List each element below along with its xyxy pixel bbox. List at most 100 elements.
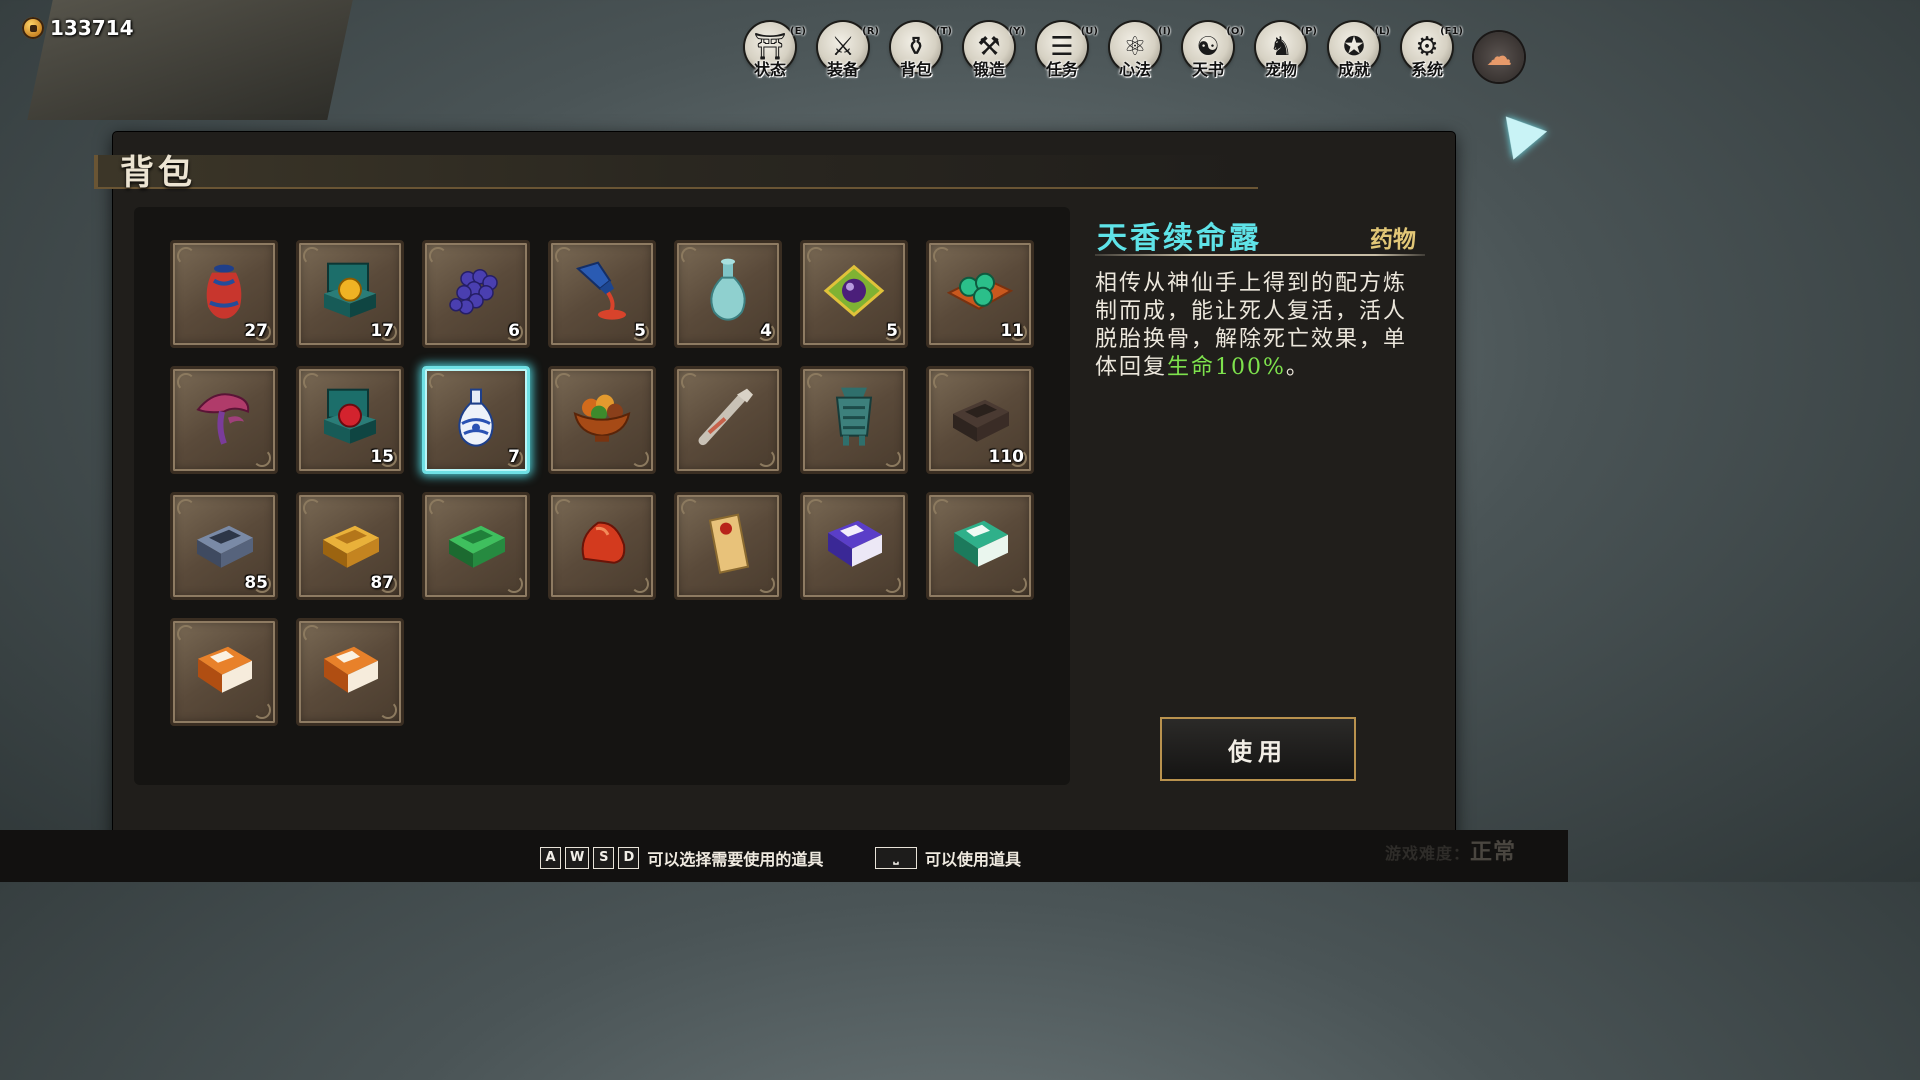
inventory-slot[interactable]: 4	[674, 240, 782, 348]
currency-amount: 133714	[50, 16, 134, 40]
key-a: A	[540, 847, 561, 869]
currency-display: 133714	[22, 16, 134, 40]
item-quantity: 110	[988, 447, 1025, 467]
orange-book-icon	[318, 639, 382, 703]
key-d: D	[618, 847, 640, 869]
menu-equipment-button[interactable]: ⚔ (R) 装备	[808, 20, 881, 86]
inventory-slot[interactable]	[170, 618, 278, 726]
jade-vase-icon	[702, 258, 754, 328]
item-quantity: 6	[508, 321, 520, 341]
top-menu-bar: ⛩ (E) 状态 ⚔ (R) 装备 ⚱ (T) 背包 ⚒ (Y) 锻造 ☰ (U) 任务 ⚛ (I) 心法 ☯ (O)…	[735, 20, 1465, 86]
bronze-vessel-icon	[827, 384, 881, 454]
menu-label: 背包	[899, 60, 932, 79]
use-hint-text: 可以使用道具	[925, 850, 1022, 869]
inventory-slot[interactable]: 110	[926, 366, 1034, 474]
gold-ingot-icon	[317, 514, 383, 576]
lingzhi-mushroom-icon	[194, 384, 254, 454]
inventory-slot[interactable]: 85	[170, 492, 278, 600]
sealed-letter-icon	[700, 511, 756, 579]
orange-book-icon	[192, 639, 256, 703]
detail-desc-end: 。	[1285, 355, 1310, 380]
inventory-slot[interactable]	[800, 492, 908, 600]
menu-system-button[interactable]: ⚙ (F1) 系统	[1392, 20, 1465, 86]
menu-shortcut-key: (L)	[1374, 26, 1390, 37]
menu-tianshu-button[interactable]: ☯ (O) 天书	[1173, 20, 1246, 86]
item-quantity: 15	[370, 447, 394, 467]
inventory-slot[interactable]	[926, 492, 1034, 600]
select-hint: A W S D 可以选择需要使用的道具	[540, 846, 823, 870]
menu-achievement-button[interactable]: ✪ (L) 成就	[1319, 20, 1392, 86]
detail-desc-highlight: 生命100%	[1167, 355, 1286, 380]
difficulty-value: 正常	[1470, 839, 1517, 865]
item-quantity: 87	[370, 573, 394, 593]
use-hint: ⎵ 可以使用道具	[875, 846, 1021, 870]
menu-shortcut-key: (R)	[862, 26, 879, 37]
inventory-slot[interactable]	[674, 492, 782, 600]
cloud-icon[interactable]: ☁	[1474, 32, 1524, 82]
menu-label: 天书	[1191, 60, 1224, 79]
jade-ingot-icon	[443, 514, 509, 576]
inventory-slot[interactable]: 15	[296, 366, 404, 474]
item-quantity: 4	[760, 321, 772, 341]
key-w: W	[565, 847, 590, 869]
menu-mind-button[interactable]: ⚛ (I) 心法	[1100, 20, 1173, 86]
red-crystal-icon	[574, 515, 630, 575]
fruit-bowl-icon	[569, 386, 635, 452]
key-space: ⎵	[875, 847, 917, 869]
inventory-slot[interactable]: 87	[296, 492, 404, 600]
inventory-slot[interactable]	[800, 366, 908, 474]
select-hint-text: 可以选择需要使用的道具	[647, 850, 824, 869]
menu-pet-button[interactable]: ♞ (P) 宠物	[1246, 20, 1319, 86]
inventory-slot[interactable]	[170, 366, 278, 474]
item-quantity: 7	[508, 447, 520, 467]
panel-title: 背包	[120, 153, 196, 193]
grapes-icon	[446, 261, 506, 325]
menu-quest-button[interactable]: ☰ (U) 任务	[1027, 20, 1100, 86]
item-quantity: 17	[370, 321, 394, 341]
inventory-slot[interactable]	[548, 492, 656, 600]
inventory-slot[interactable]: 5	[548, 240, 656, 348]
menu-bag-button[interactable]: ⚱ (T) 背包	[881, 20, 954, 86]
detail-divider	[1095, 254, 1425, 256]
inventory-slot[interactable]: 6	[422, 240, 530, 348]
item-quantity: 85	[244, 573, 268, 593]
inventory-slot[interactable]: 5	[800, 240, 908, 348]
panel-header-bar	[94, 155, 1258, 189]
menu-forge-button[interactable]: ⚒ (Y) 锻造	[954, 20, 1027, 86]
menu-status-button[interactable]: ⛩ (E) 状态	[735, 20, 808, 86]
menu-label: 成就	[1337, 60, 1370, 79]
menu-shortcut-key: (F1)	[1440, 26, 1463, 37]
inventory-slot[interactable]	[422, 492, 530, 600]
detail-description: 相传从神仙手上得到的配方炼制而成，能让死人复活，活人脱胎换骨，解除死亡效果，单体…	[1095, 270, 1430, 382]
cursor-pointer-icon	[1488, 102, 1548, 160]
use-button[interactable]: 使用	[1160, 717, 1356, 781]
coin-icon	[22, 17, 44, 39]
menu-label: 心法	[1118, 60, 1151, 79]
inventory-slot[interactable]	[296, 618, 404, 726]
pouring-vase-icon	[570, 259, 634, 327]
menu-label: 宠物	[1264, 60, 1297, 79]
item-quantity: 5	[634, 321, 646, 341]
menu-label: 装备	[826, 60, 859, 79]
gold-orb-box-icon	[320, 260, 380, 326]
detail-item-type: 药物	[1370, 226, 1416, 253]
inventory-slot[interactable]	[674, 366, 782, 474]
iron-ingot-icon	[191, 514, 257, 576]
item-quantity: 11	[1000, 321, 1024, 341]
inventory-slot[interactable]: 17	[296, 240, 404, 348]
inventory-slot[interactable]	[548, 366, 656, 474]
porcelain-vase-icon	[450, 384, 502, 454]
menu-shortcut-key: (E)	[790, 26, 806, 37]
inventory-slot[interactable]: 27	[170, 240, 278, 348]
difficulty-indicator: 游戏难度：正常	[1385, 834, 1516, 866]
menu-shortcut-key: (Y)	[1008, 26, 1025, 37]
item-grid: 27 17 6 5 4 5 11 15 7 110 85 87	[134, 207, 1070, 785]
inventory-slot[interactable]: 11	[926, 240, 1034, 348]
purple-book-icon	[822, 513, 886, 577]
wine-jar-icon	[196, 259, 252, 327]
menu-label: 状态	[753, 60, 786, 79]
inventory-slot[interactable]: 7	[422, 366, 530, 474]
menu-shortcut-key: (O)	[1226, 26, 1244, 37]
item-quantity: 5	[886, 321, 898, 341]
spirit-pearl-icon	[822, 261, 886, 325]
